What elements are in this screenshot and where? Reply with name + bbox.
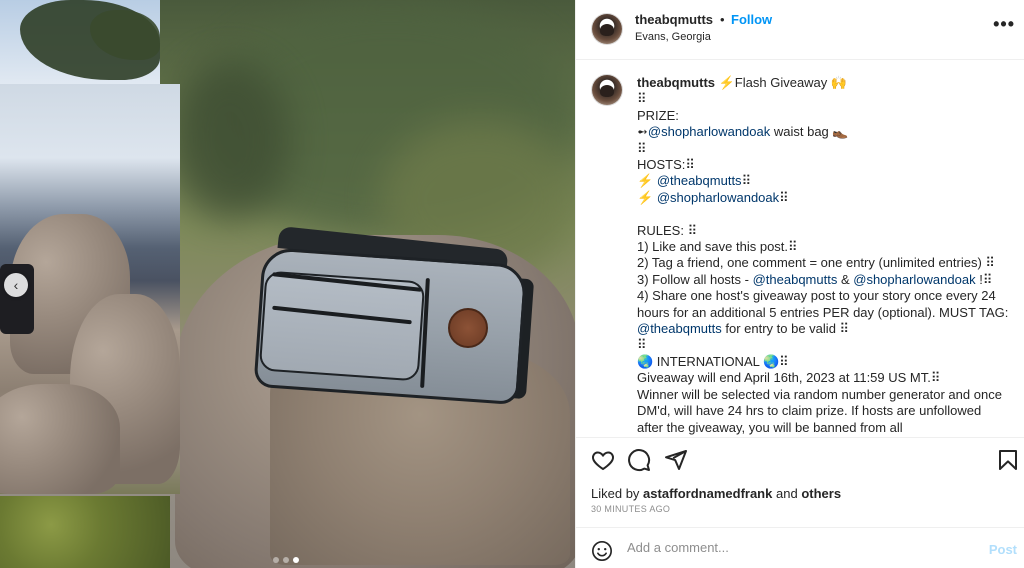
- others-link[interactable]: others: [801, 486, 841, 501]
- comment-input[interactable]: [627, 540, 967, 555]
- caption-line-text: HOSTS:⠿: [637, 157, 695, 173]
- caption-line: ⠿: [637, 337, 1009, 353]
- rock: [0, 384, 120, 494]
- caption-line-text: 2) Tag a friend, one comment = one entry…: [637, 255, 995, 271]
- caption-line: HOSTS:⠿: [637, 157, 1009, 173]
- caption-line-text: ⚡ @shopharlowandoak⠿: [637, 189, 789, 205]
- post-header: theabqmutts • Follow Evans, Georgia •••: [576, 0, 1024, 60]
- mention-link[interactable]: @theabqmutts: [657, 173, 742, 188]
- caption-section: theabqmutts ⚡Flash Giveaway 🙌 ⠿ PRIZE: ➻@sh…: [576, 61, 1024, 437]
- mention-link[interactable]: @shopharlowandoak: [853, 272, 975, 287]
- caption-line-text: 🌏 INTERNATIONAL 🌏⠿: [637, 353, 789, 369]
- follow-button[interactable]: Follow: [731, 12, 772, 27]
- waist-bag: [253, 226, 535, 410]
- caption-line: 🌏 INTERNATIONAL 🌏⠿: [637, 354, 1009, 370]
- brand-patch: [448, 308, 488, 348]
- post-media[interactable]: ‹: [0, 0, 575, 568]
- caption-line: ⠿: [637, 91, 1009, 107]
- caption-line: ⚡ @shopharlowandoak⠿: [637, 190, 1009, 206]
- caption-username[interactable]: theabqmutts: [637, 75, 715, 90]
- bookmark-icon[interactable]: [996, 448, 1020, 472]
- mention-link[interactable]: @shopharlowandoak: [657, 190, 779, 205]
- caption-text: theabqmutts ⚡Flash Giveaway 🙌 ⠿ PRIZE: ➻@sh…: [637, 75, 1009, 436]
- heart-icon[interactable]: [591, 448, 615, 472]
- action-bar: [576, 437, 1024, 483]
- caption-line: Winner will be selected via random numbe…: [637, 387, 1009, 436]
- likes-middle: and: [775, 486, 798, 501]
- mention-link[interactable]: @shopharlowandoak: [648, 124, 770, 139]
- separator-dot: •: [720, 12, 725, 27]
- chevron-left-icon[interactable]: ‹: [4, 273, 28, 297]
- caption-line-text: 4) Share one host's giveaway post to you…: [637, 288, 1013, 337]
- mention-link[interactable]: @theabqmutts: [753, 272, 838, 287]
- liker-username[interactable]: astaffordnamedfrank: [643, 486, 772, 501]
- caption-line-text: ⚡Flash Giveaway 🙌: [718, 75, 848, 90]
- caption-line-text: RULES: ⠿: [637, 222, 698, 238]
- post-panel: theabqmutts • Follow Evans, Georgia ••• …: [575, 0, 1024, 568]
- caption-line: 1) Like and save this post.⠿: [637, 239, 1009, 255]
- comment-bar: Post: [576, 527, 1024, 568]
- caption-line-text: ⠿: [637, 337, 647, 353]
- caption-line: ➻@shopharlowandoak waist bag 👞: [637, 124, 1009, 140]
- emoji-icon[interactable]: [591, 540, 613, 562]
- caption-line: Giveaway will end April 16th, 2023 at 11…: [637, 370, 1009, 386]
- caption-line-text: Winner will be selected via random numbe…: [637, 386, 1006, 435]
- carousel-dot: [273, 557, 279, 563]
- caption-line-text: PRIZE:: [637, 107, 679, 123]
- caption-line-text: ⚡ @theabqmutts⠿: [637, 173, 752, 189]
- caption-line: ⠿: [637, 141, 1009, 157]
- username-link[interactable]: theabqmutts: [635, 12, 713, 27]
- carousel-dots: [273, 557, 299, 563]
- more-horizontal-icon[interactable]: •••: [993, 14, 1015, 35]
- carousel-dot: [293, 557, 299, 563]
- likes-prefix: Liked by: [591, 486, 640, 501]
- caption-line: ⚡ @theabqmutts⠿: [637, 173, 1009, 189]
- caption-line: theabqmutts ⚡Flash Giveaway 🙌: [637, 75, 1009, 91]
- caption-line-text: ⠿: [637, 91, 647, 107]
- caption-line: PRIZE:: [637, 108, 1009, 124]
- caption-line-text: 3) Follow all hosts - @theabqmutts & @sh…: [637, 271, 993, 287]
- carousel-dot: [283, 557, 289, 563]
- grass: [0, 496, 170, 568]
- caption-line-text: Giveaway will end April 16th, 2023 at 11…: [637, 370, 941, 386]
- timestamp[interactable]: 30 MINUTES AGO: [591, 504, 670, 514]
- caption-line: RULES: ⠿: [637, 223, 1009, 239]
- caption-line-text: ➻@shopharlowandoak waist bag 👞: [637, 124, 849, 140]
- caption-line: 2) Tag a friend, one comment = one entry…: [637, 255, 1009, 271]
- avatar[interactable]: [592, 75, 622, 105]
- caption-line-text: ⠿: [637, 140, 647, 156]
- location-link[interactable]: Evans, Georgia: [635, 31, 711, 43]
- likes-summary: Liked by astaffordnamedfrank and others: [591, 486, 841, 501]
- caption-line: 4) Share one host's giveaway post to you…: [637, 288, 1009, 337]
- post-comment-button[interactable]: Post: [989, 542, 1017, 557]
- send-icon[interactable]: [664, 448, 688, 472]
- caption-line: [637, 206, 1009, 222]
- mention-link[interactable]: @theabqmutts: [637, 321, 722, 336]
- comment-icon[interactable]: [627, 448, 651, 472]
- caption-line: 3) Follow all hosts - @theabqmutts & @sh…: [637, 272, 1009, 288]
- avatar[interactable]: [592, 14, 622, 44]
- caption-line-text: 1) Like and save this post.⠿: [637, 239, 798, 255]
